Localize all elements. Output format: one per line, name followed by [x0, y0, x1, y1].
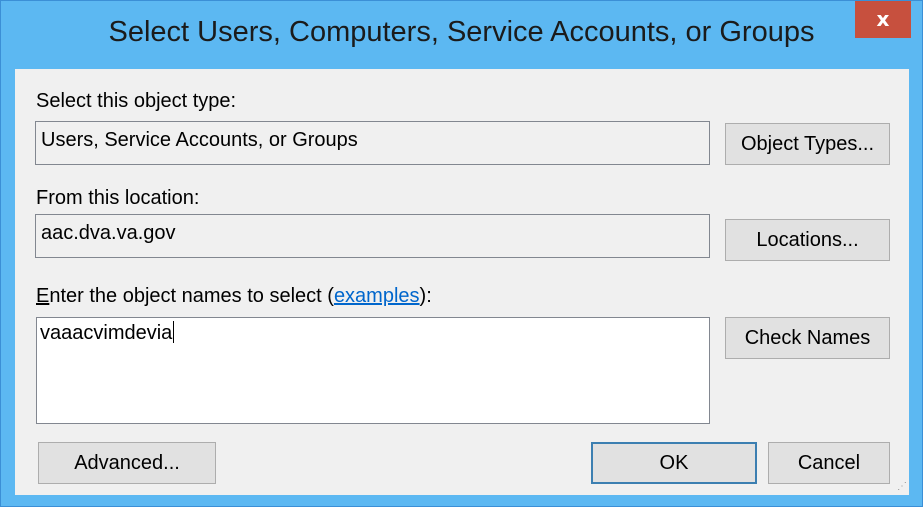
object-types-button[interactable]: Object Types... — [725, 123, 890, 165]
check-names-button[interactable]: Check Names — [725, 317, 890, 359]
object-names-label-suffix: ): — [419, 285, 432, 307]
cancel-button[interactable]: Cancel — [768, 442, 890, 484]
close-button[interactable]: x — [855, 1, 911, 38]
text-cursor — [173, 321, 175, 343]
object-names-value: vaaacvimdevia — [40, 322, 173, 344]
object-names-label: Enter the object names to select (exampl… — [36, 285, 432, 308]
object-type-label: Select this object type: — [36, 90, 237, 112]
dialog-title: Select Users, Computers, Service Account… — [108, 16, 815, 48]
dialog-client-area: Select this object type: Users, Service … — [15, 69, 909, 495]
close-icon: x — [876, 7, 890, 31]
ok-button[interactable]: OK — [591, 442, 757, 484]
resize-grip-icon[interactable]: ⋰ — [897, 481, 907, 492]
examples-link[interactable]: examples — [334, 285, 420, 307]
location-field: aac.dva.va.gov — [35, 214, 710, 258]
advanced-button[interactable]: Advanced... — [38, 442, 216, 484]
dialog-window: Select Users, Computers, Service Account… — [0, 0, 923, 507]
object-names-label-text: nter the object names to select ( — [49, 285, 334, 307]
object-names-input[interactable]: vaaacvimdevia — [36, 317, 710, 424]
access-key-letter: E — [36, 285, 50, 307]
locations-button[interactable]: Locations... — [725, 219, 890, 261]
title-bar[interactable]: Select Users, Computers, Service Account… — [1, 1, 922, 69]
object-type-field: Users, Service Accounts, or Groups — [35, 121, 710, 165]
location-label: From this location: — [36, 187, 200, 209]
